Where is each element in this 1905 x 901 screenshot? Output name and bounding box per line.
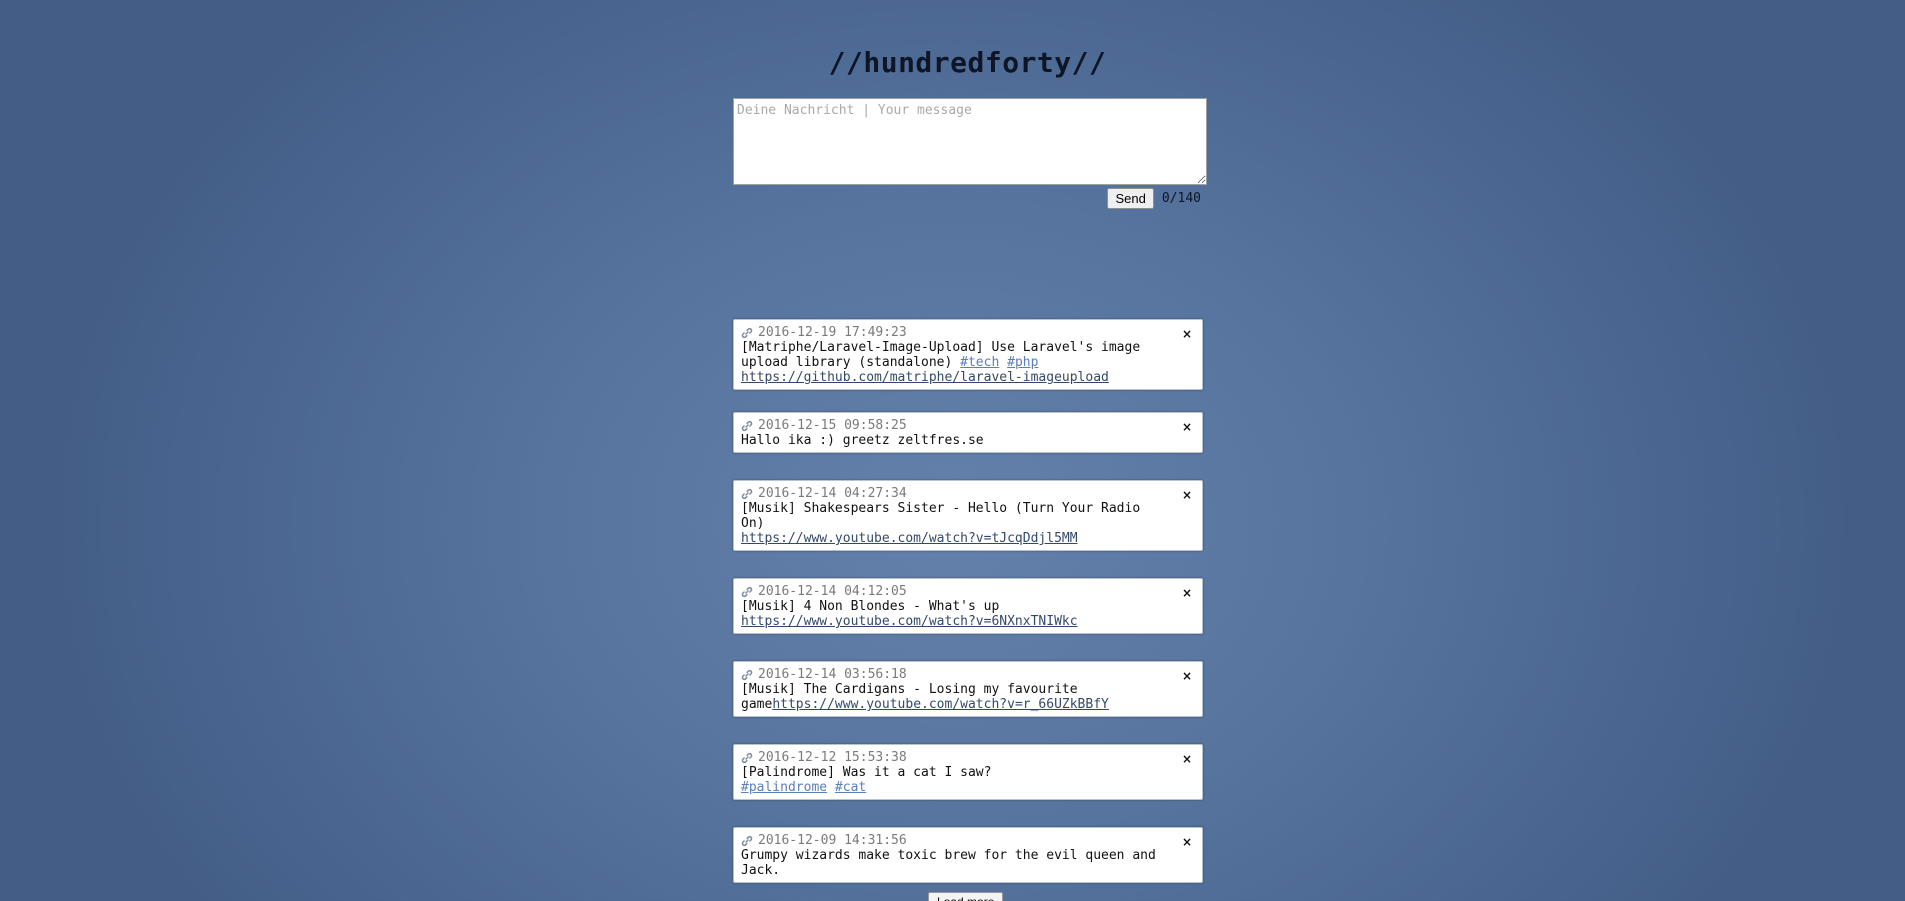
post-timestamp: 2016-12-15 09:58:25 xyxy=(758,418,907,433)
post-body: [Musik] Shakespears Sister - Hello (Turn… xyxy=(741,501,1195,546)
post-timestamp: 2016-12-14 04:27:34 xyxy=(758,486,907,501)
message-composer: Send 0/140 xyxy=(733,98,1207,209)
post-text: Hallo ika :) greetz zeltfres.se xyxy=(741,433,984,448)
send-button[interactable]: Send xyxy=(1107,188,1154,209)
close-icon[interactable]: × xyxy=(1182,421,1192,433)
hashtag-link[interactable]: #palindrome xyxy=(741,780,827,795)
close-icon[interactable]: × xyxy=(1182,328,1192,340)
post-url-link[interactable]: https://www.youtube.com/watch?v=r_66UZkB… xyxy=(772,697,1109,712)
post-text xyxy=(999,355,1007,370)
message-feed: 2016-12-19 17:49:23 × [Matriphe/Laravel-… xyxy=(733,319,1203,901)
post-card: 2016-12-19 17:49:23 × [Matriphe/Laravel-… xyxy=(733,319,1203,390)
post-url-link[interactable]: https://www.youtube.com/watch?v=6NXnxTNI… xyxy=(741,614,1078,629)
post-url-link[interactable]: https://www.youtube.com/watch?v=tJcqDdjl… xyxy=(741,531,1078,546)
close-icon[interactable]: × xyxy=(1182,836,1192,848)
link-icon[interactable] xyxy=(741,420,753,432)
post-header: 2016-12-19 17:49:23 xyxy=(741,325,1195,340)
post-timestamp: 2016-12-14 03:56:18 xyxy=(758,667,907,682)
post-timestamp: 2016-12-09 14:31:56 xyxy=(758,833,907,848)
close-icon[interactable]: × xyxy=(1182,753,1192,765)
post-timestamp: 2016-12-19 17:49:23 xyxy=(758,325,907,340)
post-text: Grumpy wizards make toxic brew for the e… xyxy=(741,848,1156,878)
post-text: [Matriphe/Laravel-Image-Upload] Use Lara… xyxy=(741,340,1141,370)
close-icon[interactable]: × xyxy=(1182,489,1192,501)
post-timestamp: 2016-12-14 04:12:05 xyxy=(758,584,907,599)
hashtag-link[interactable]: #tech xyxy=(960,355,999,370)
post-body: [Musik] 4 Non Blondes - What's up https:/… xyxy=(741,599,1195,629)
post-body: [Musik] The Cardigans - Losing my favour… xyxy=(741,682,1195,712)
page-title: //hundredforty// xyxy=(828,46,1107,79)
post-text xyxy=(827,780,835,795)
link-icon[interactable] xyxy=(741,586,753,598)
load-more-button[interactable]: Load more xyxy=(928,892,1004,901)
post-card: 2016-12-14 03:56:18 × [Musik] The Cardig… xyxy=(733,661,1203,717)
post-header: 2016-12-12 15:53:38 xyxy=(741,750,1195,765)
post-header: 2016-12-15 09:58:25 xyxy=(741,418,1195,433)
link-icon[interactable] xyxy=(741,488,753,500)
post-body: Hallo ika :) greetz zeltfres.se xyxy=(741,433,1195,448)
close-icon[interactable]: × xyxy=(1182,670,1192,682)
post-card: 2016-12-09 14:31:56 × Grumpy wizards mak… xyxy=(733,827,1203,883)
post-url-link[interactable]: https://github.com/matriphe/laravel-imag… xyxy=(741,370,1109,385)
post-body: Grumpy wizards make toxic brew for the e… xyxy=(741,848,1195,878)
post-timestamp: 2016-12-12 15:53:38 xyxy=(758,750,907,765)
post-card: 2016-12-14 04:12:05 × [Musik] 4 Non Blon… xyxy=(733,578,1203,634)
post-header: 2016-12-14 03:56:18 xyxy=(741,667,1195,682)
character-counter: 0/140 xyxy=(1161,191,1201,206)
close-icon[interactable]: × xyxy=(1182,587,1192,599)
post-header: 2016-12-14 04:12:05 xyxy=(741,584,1195,599)
link-icon[interactable] xyxy=(741,669,753,681)
post-header: 2016-12-09 14:31:56 xyxy=(741,833,1195,848)
link-icon[interactable] xyxy=(741,327,753,339)
post-text: [Musik] Shakespears Sister - Hello (Turn… xyxy=(741,501,1141,531)
composer-toolbar: Send 0/140 xyxy=(733,188,1207,209)
link-icon[interactable] xyxy=(741,752,753,764)
post-card: 2016-12-14 04:27:34 × [Musik] Shakespear… xyxy=(733,480,1203,551)
link-icon[interactable] xyxy=(741,835,753,847)
post-body: [Palindrome] Was it a cat I saw? #palindr… xyxy=(741,765,1195,795)
hashtag-link[interactable]: #php xyxy=(1007,355,1038,370)
post-card: 2016-12-15 09:58:25 × Hallo ika :) greet… xyxy=(733,412,1203,453)
post-body: [Matriphe/Laravel-Image-Upload] Use Lara… xyxy=(741,340,1195,385)
post-text: [Musik] 4 Non Blondes - What's up xyxy=(741,599,1000,614)
post-header: 2016-12-14 04:27:34 xyxy=(741,486,1195,501)
hashtag-link[interactable]: #cat xyxy=(835,780,866,795)
post-card: 2016-12-12 15:53:38 × [Palindrome] Was i… xyxy=(733,744,1203,800)
message-input[interactable] xyxy=(733,98,1207,185)
post-text: [Palindrome] Was it a cat I saw? xyxy=(741,765,992,780)
